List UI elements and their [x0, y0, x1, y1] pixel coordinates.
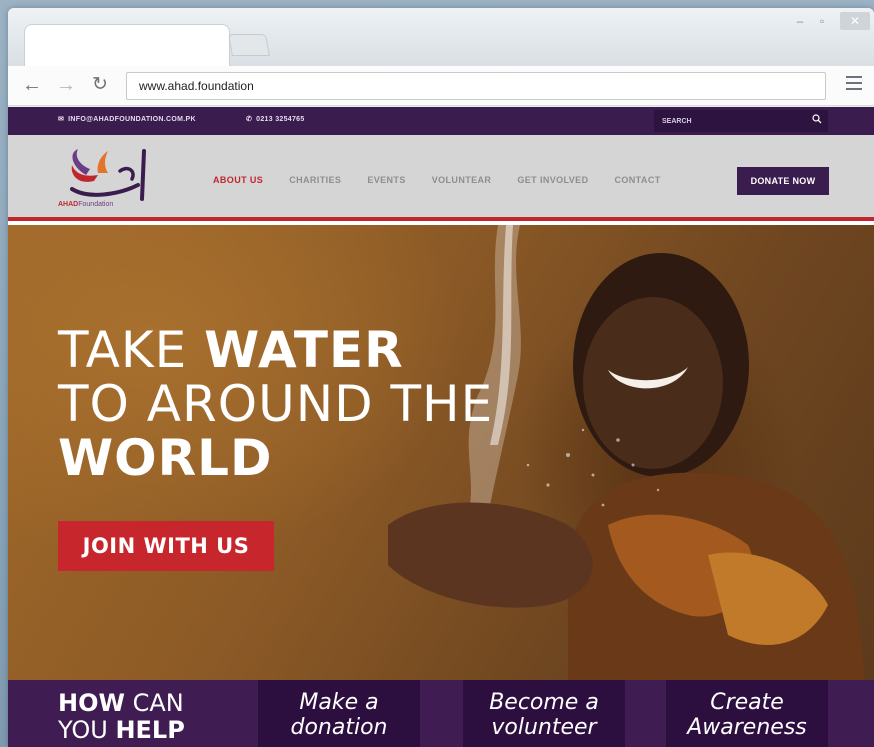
nav-item-contact[interactable]: CONTACT [614, 175, 660, 185]
hero-line3: WORLD [58, 429, 273, 487]
reload-icon[interactable]: ↻ [92, 74, 108, 96]
join-with-us-button[interactable]: JOIN WITH US [58, 521, 274, 571]
nav-item-volunteer[interactable]: VOLUNTEAR [432, 175, 492, 185]
hero-banner: TAKE WATER TO AROUND THE WORLD JOIN WITH… [8, 225, 874, 680]
logo-suffix: Foundation [78, 201, 114, 208]
nav-item-get-involved[interactable]: GET INVOLVED [517, 175, 588, 185]
help-heading: HOW CAN YOU HELP [58, 690, 185, 744]
card-line1: Make a [299, 690, 379, 715]
nav-item-events[interactable]: EVENTS [367, 175, 405, 185]
help-heading-thin-2: YOU [58, 716, 116, 744]
help-heading-bold-1: HOW [58, 689, 125, 717]
main-nav: ABOUT US CHARITIES EVENTS VOLUNTEAR GET … [213, 175, 687, 185]
create-awareness-card[interactable]: Create Awareness [666, 680, 828, 747]
forward-arrow-icon[interactable]: → [56, 74, 76, 96]
browser-window: – ▫ ✕ ← → ↻ ✉INFO@AHADFOUNDATION.COM.PK … [8, 8, 874, 747]
site-header: AHADFoundation ABOUT US CHARITIES EVENTS… [8, 135, 874, 221]
help-heading-thin-1: CAN [124, 689, 184, 717]
card-line1: Create [710, 690, 784, 715]
hero-headline: TAKE WATER TO AROUND THE WORLD [58, 323, 493, 485]
hero-line2: TO AROUND THE [58, 375, 494, 433]
close-icon[interactable]: ✕ [840, 12, 870, 30]
webpage: ✉ INFO@AHADFOUNDATION.COM.PK ✆ 0213 325476… [8, 107, 874, 747]
logo-name: AHAD [58, 201, 79, 208]
logo-caption: AHADFoundation [58, 201, 113, 208]
nav-item-charities[interactable]: CHARITIES [289, 175, 341, 185]
phone-icon: ✆ [246, 116, 253, 123]
envelope-icon: ✉ [58, 116, 65, 123]
card-line2: volunteer [491, 715, 597, 740]
nav-item-about-us[interactable]: ABOUT US [213, 175, 263, 185]
card-line1: Become a [489, 690, 599, 715]
card-line2: donation [290, 715, 388, 740]
topbar-phone-text: 0213 3254765 [256, 116, 305, 123]
help-heading-bold-2: HELP [115, 716, 185, 744]
topbar-email-text: INFO@AHADFOUNDATION.COM.PK [68, 116, 196, 123]
browser-titlebar: – ▫ ✕ [8, 8, 874, 66]
topbar-phone[interactable]: ✆ 0213 3254765 [246, 115, 305, 123]
donate-now-button[interactable]: DONATE NOW [737, 167, 829, 195]
card-line2: Awareness [687, 715, 807, 740]
hero-line1-bold: WATER [204, 321, 404, 379]
browser-tab-active[interactable] [24, 24, 230, 66]
site-search-input[interactable] [654, 110, 828, 132]
address-bar-input[interactable] [126, 72, 826, 100]
maximize-icon[interactable]: ▫ [814, 12, 830, 30]
become-volunteer-card[interactable]: Become a volunteer [463, 680, 625, 747]
topbar-email[interactable]: ✉ INFO@AHADFOUNDATION.COM.PK [58, 115, 196, 123]
hero-line1-thin: TAKE [58, 321, 205, 379]
make-donation-card[interactable]: Make a donation [258, 680, 420, 747]
minimize-icon[interactable]: – [792, 12, 808, 30]
site-topbar: ✉ INFO@AHADFOUNDATION.COM.PK ✆ 0213 325476… [8, 107, 874, 135]
back-arrow-icon[interactable]: ← [22, 74, 42, 96]
search-icon[interactable] [812, 114, 822, 124]
new-tab-button[interactable] [228, 34, 270, 56]
how-can-you-help-section: HOW CAN YOU HELP Make a donation Become … [8, 680, 874, 747]
hamburger-menu-icon[interactable] [846, 76, 862, 90]
browser-toolbar: ← → ↻ [8, 66, 874, 106]
